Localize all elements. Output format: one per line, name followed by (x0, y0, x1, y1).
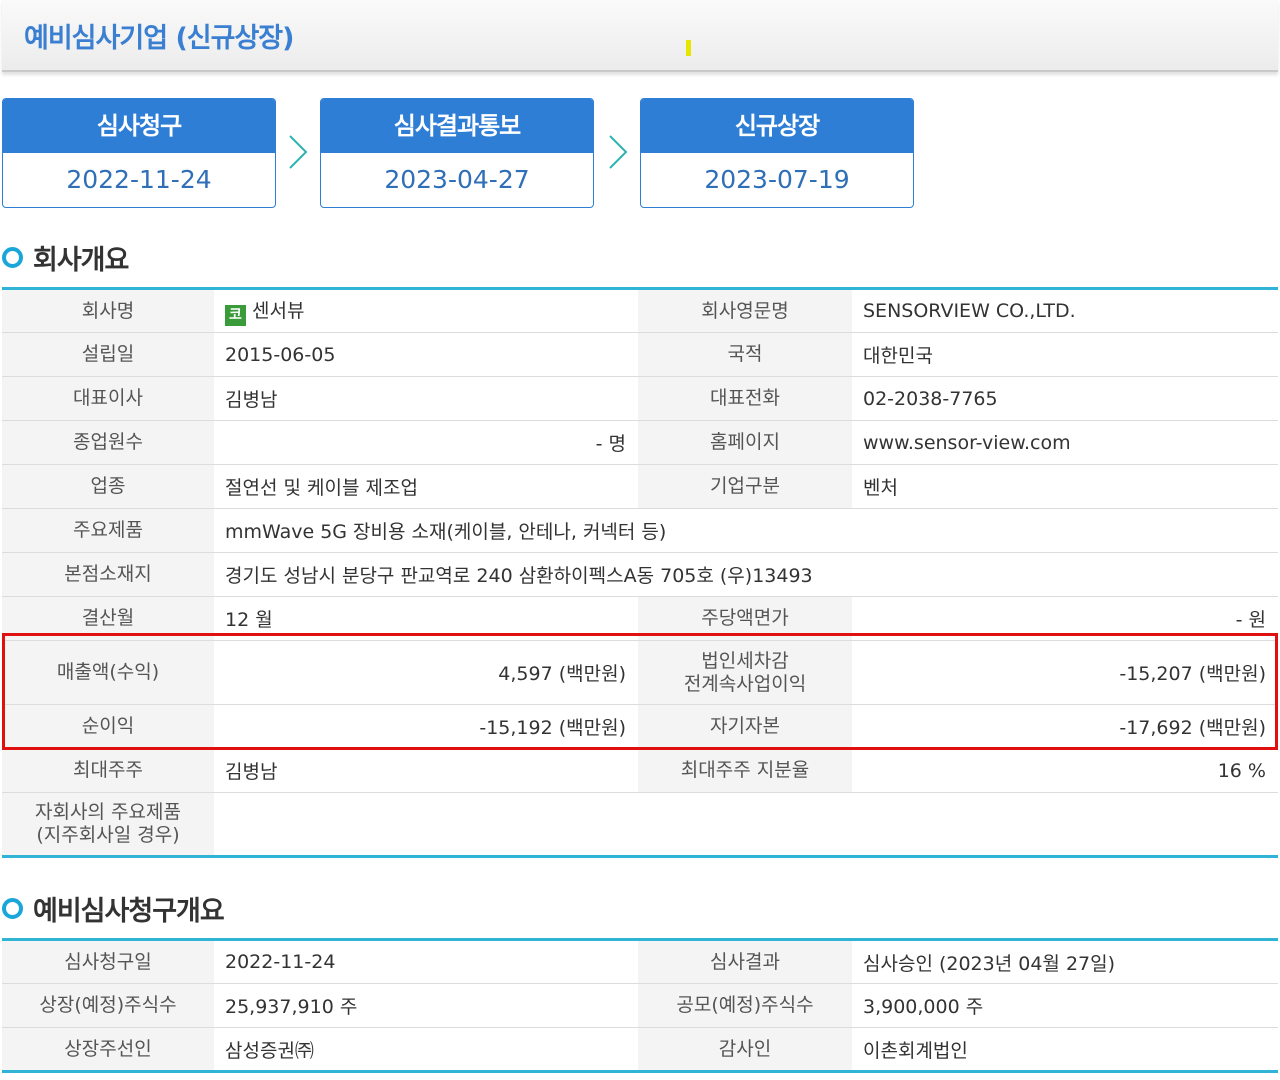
value-address: 경기도 성남시 분당구 판교역로 240 삼환하이펙스A동 705호 (우)13… (214, 552, 1278, 597)
label-equity: 자기자본 (638, 704, 852, 749)
step-new-listing: 신규상장 2023-07-19 (640, 98, 914, 208)
table-row: 심사청구일 2022-11-24 심사결과 심사승인 (2023년 04월 27… (2, 939, 1278, 984)
value-company-name: 코 센서뷰 (214, 288, 638, 333)
label-company-name: 회사명 (2, 288, 214, 333)
value-subsidiary-products (214, 792, 1278, 857)
step-label: 신규상장 (641, 99, 913, 153)
page-title: 예비심사기업 (신규상장) (24, 23, 294, 54)
step-date: 2023-07-19 (704, 165, 850, 194)
table-row: 본점소재지 경기도 성남시 분당구 판교역로 240 삼환하이펙스A동 705호… (2, 552, 1278, 597)
table-row: 순이익 -15,192 (백만원) 자기자본 -17,692 (백만원) (2, 704, 1278, 749)
section-company-overview: 회사개요 (2, 240, 129, 276)
label-company-type: 기업구분 (638, 464, 852, 509)
value-equity: -17,692 (백만원) (852, 704, 1278, 749)
label-par-value: 주당액면가 (638, 596, 852, 641)
chevron-right-icon (609, 135, 628, 169)
label-net-income: 순이익 (2, 704, 214, 749)
value-revenue: 4,597 (백만원) (214, 640, 638, 705)
label-offering-shares: 공모(예정)주식수 (638, 983, 852, 1028)
chevron-right-icon (289, 135, 308, 169)
value-founded: 2015-06-05 (214, 332, 638, 377)
cursor-mark (686, 40, 691, 56)
table-row: 최대주주 김병남 최대주주 지분율 16 % (2, 748, 1278, 793)
value-industry: 절연선 및 케이블 제조업 (214, 464, 638, 509)
value-listing-shares: 25,937,910 주 (214, 983, 638, 1028)
label-phone: 대표전화 (638, 376, 852, 421)
value-auditor: 이촌회계법인 (852, 1027, 1278, 1072)
table-row: 설립일 2015-06-05 국적 대한민국 (2, 332, 1278, 377)
section-review-overview: 예비심사청구개요 (2, 891, 225, 927)
value-major-share-ratio: 16 % (852, 748, 1278, 793)
value-request-date: 2022-11-24 (214, 939, 638, 984)
label-major-shareholder: 최대주주 (2, 748, 214, 793)
label-ceo: 대표이사 (2, 376, 214, 421)
label-main-products: 주요제품 (2, 508, 214, 553)
step-date: 2022-11-24 (66, 165, 212, 194)
label-listing-shares: 상장(예정)주식수 (2, 983, 214, 1028)
step-review-request: 심사청구 2022-11-24 (2, 98, 276, 208)
table-row: 주요제품 mmWave 5G 장비용 소재(케이블, 안테나, 커넥터 등) (2, 508, 1278, 553)
value-net-income: -15,192 (백만원) (214, 704, 638, 749)
label-employees: 종업원수 (2, 420, 214, 465)
label-line: 법인세차감 (701, 649, 789, 672)
label-nationality: 국적 (638, 332, 852, 377)
label-auditor: 감사인 (638, 1027, 852, 1072)
table-row: 결산월 12 월 주당액면가 - 원 (2, 596, 1278, 641)
table-row: 업종 절연선 및 케이블 제조업 기업구분 벤처 (2, 464, 1278, 509)
value-company-type: 벤처 (852, 464, 1278, 509)
page-header: 예비심사기업 (신규상장) (2, 0, 1278, 72)
value-ceo: 김병남 (214, 376, 638, 421)
step-label: 심사결과통보 (321, 99, 593, 153)
label-request-date: 심사청구일 (2, 939, 214, 984)
step-review-result: 심사결과통보 2023-04-27 (320, 98, 594, 208)
label-english-name: 회사영문명 (638, 288, 852, 333)
label-line: (지주회사일 경우) (36, 824, 180, 846)
label-major-share-ratio: 최대주주 지분율 (638, 748, 852, 793)
step-date: 2023-04-27 (384, 165, 530, 194)
circle-bullet-icon (2, 246, 23, 268)
table-row: 대표이사 김병남 대표전화 02-2038-7765 (2, 376, 1278, 421)
label-line: 전계속사업이익 (683, 672, 807, 695)
value-nationality: 대한민국 (852, 332, 1278, 377)
table-row: 회사명 코 센서뷰 회사영문명 SENSORVIEW CO.,LTD. (2, 288, 1278, 333)
company-info-table: 회사명 코 센서뷰 회사영문명 SENSORVIEW CO.,LTD. 설립일 2… (2, 287, 1278, 858)
step-label: 심사청구 (3, 99, 275, 153)
table-row: 종업원수 - 명 홈페이지 www.sensor-view.com (2, 420, 1278, 465)
table-row: 자회사의 주요제품 (지주회사일 경우) (2, 792, 1278, 857)
homepage-link[interactable]: www.sensor-view.com (852, 420, 1278, 465)
value-pretax-income: -15,207 (백만원) (852, 640, 1278, 705)
label-pretax-income: 법인세차감 전계속사업이익 (638, 640, 852, 705)
section-heading: 회사개요 (33, 244, 129, 276)
review-info-table: 심사청구일 2022-11-24 심사결과 심사승인 (2023년 04월 27… (2, 938, 1278, 1073)
label-review-result: 심사결과 (638, 939, 852, 984)
value-employees: - 명 (214, 420, 638, 465)
label-subsidiary-products: 자회사의 주요제품 (지주회사일 경우) (2, 792, 214, 857)
label-founded: 설립일 (2, 332, 214, 377)
table-row: 매출액(수익) 4,597 (백만원) 법인세차감 전계속사업이익 -15,207… (2, 640, 1278, 705)
label-homepage: 홈페이지 (638, 420, 852, 465)
value-underwriter: 삼성증권㈜ (214, 1027, 638, 1072)
label-revenue: 매출액(수익) (2, 640, 214, 705)
label-address: 본점소재지 (2, 552, 214, 597)
value-par-value: - 원 (852, 596, 1278, 641)
value-fiscal-month: 12 월 (214, 596, 638, 641)
circle-bullet-icon (2, 897, 23, 919)
value-main-products: mmWave 5G 장비용 소재(케이블, 안테나, 커넥터 등) (214, 508, 1278, 553)
label-line: 자회사의 주요제품 (35, 801, 181, 823)
value-major-shareholder: 김병남 (214, 748, 638, 793)
table-row: 상장(예정)주식수 25,937,910 주 공모(예정)주식수 3,900,0… (2, 983, 1278, 1028)
section-heading: 예비심사청구개요 (33, 895, 225, 927)
kosdaq-badge-icon: 코 (225, 305, 246, 326)
table-row: 상장주선인 삼성증권㈜ 감사인 이촌회계법인 (2, 1027, 1278, 1072)
value-phone: 02-2038-7765 (852, 376, 1278, 421)
label-industry: 업종 (2, 464, 214, 509)
value-english-name: SENSORVIEW CO.,LTD. (852, 288, 1278, 333)
value-review-result: 심사승인 (2023년 04월 27일) (852, 939, 1278, 984)
value-offering-shares: 3,900,000 주 (852, 983, 1278, 1028)
label-fiscal-month: 결산월 (2, 596, 214, 641)
label-underwriter: 상장주선인 (2, 1027, 214, 1072)
company-name: 센서뷰 (252, 300, 305, 322)
